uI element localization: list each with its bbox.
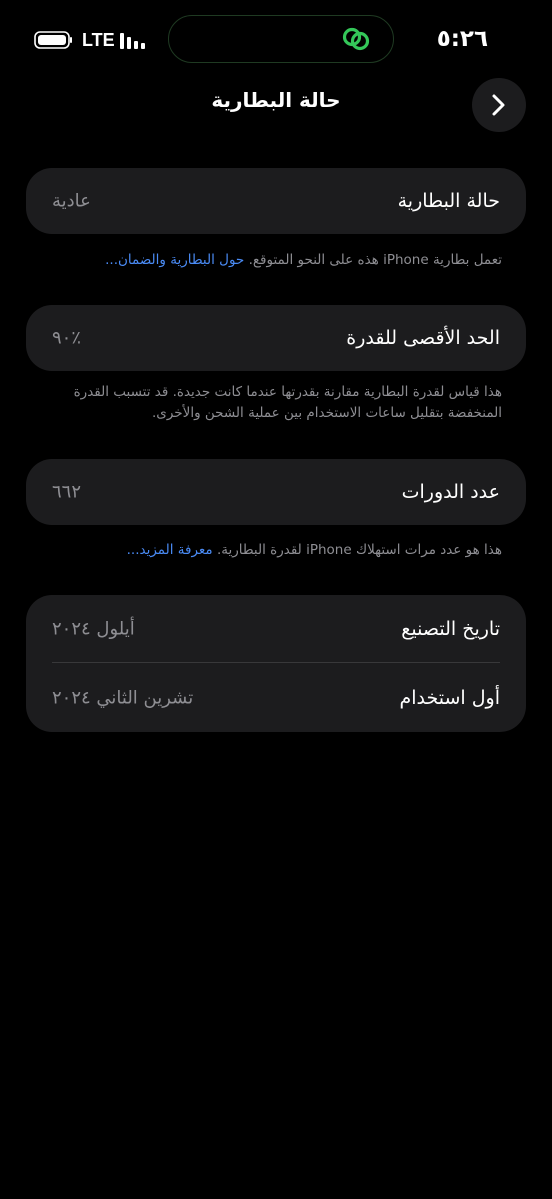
network-type-label: LTE [82, 30, 115, 50]
first-use-row: أول استخدام تشرين الثاني ٢٠٢٤ [26, 663, 526, 732]
cycle-count-footnote-text: هذا هو عدد مرات استهلاك iPhone لقدرة الب… [216, 542, 502, 558]
battery-health-footnote: تعمل بطارية iPhone هذه على النحو المتوقع… [42, 250, 502, 271]
maximum-capacity-row: الحد الأقصى للقدرة ٪٩٠ [26, 305, 526, 371]
chevron-right-icon [492, 94, 505, 116]
status-time: ٥:٢٦ [436, 26, 488, 52]
cycle-count-label: عدد الدورات [401, 481, 500, 503]
manufacture-date-value: أيلول ٢٠٢٤ [52, 618, 135, 640]
battery-warranty-link[interactable]: حول البطارية والضمان... [105, 252, 244, 268]
dynamic-island[interactable] [168, 15, 394, 63]
battery-health-value: عادية [52, 190, 91, 212]
manufacture-date-label: تاريخ التصنيع [401, 618, 500, 640]
battery-health-label: حالة البطارية [397, 190, 500, 212]
manufacture-date-row: تاريخ التصنيع أيلول ٢٠٢٤ [26, 595, 526, 663]
maximum-capacity-value: ٪٩٠ [52, 327, 82, 349]
battery-health-row: حالة البطارية عادية [26, 168, 526, 234]
cycle-count-footnote: هذا هو عدد مرات استهلاك iPhone لقدرة الب… [42, 540, 502, 561]
maximum-capacity-card: الحد الأقصى للقدرة ٪٩٠ [26, 305, 526, 371]
page-title: حالة البطارية [211, 88, 341, 112]
link-icon [342, 27, 370, 51]
first-use-label: أول استخدام [399, 686, 500, 709]
dates-card: تاريخ التصنيع أيلول ٢٠٢٤ أول استخدام تشر… [26, 595, 526, 732]
cycle-count-card: عدد الدورات ٦٦٢ [26, 459, 526, 525]
learn-more-link[interactable]: معرفة المزيد... [127, 542, 213, 558]
battery-health-card: حالة البطارية عادية [26, 168, 526, 234]
maximum-capacity-label: الحد الأقصى للقدرة [346, 327, 500, 349]
battery-health-footnote-text: تعمل بطارية iPhone هذه على النحو المتوقع… [248, 252, 502, 268]
battery-full-icon [34, 31, 72, 49]
maximum-capacity-footnote: هذا قياس لقدرة البطارية مقارنة بقدرتها ع… [42, 382, 502, 424]
back-button[interactable] [472, 78, 526, 132]
first-use-value: تشرين الثاني ٢٠٢٤ [52, 687, 194, 708]
status-bar: LTE ٥:٢٦ [0, 0, 552, 70]
signal-bars-icon [120, 33, 145, 49]
cycle-count-row: عدد الدورات ٦٦٢ [26, 459, 526, 525]
cycle-count-value: ٦٦٢ [52, 481, 82, 503]
maximum-capacity-footnote-text: هذا قياس لقدرة البطارية مقارنة بقدرتها ع… [73, 384, 502, 421]
